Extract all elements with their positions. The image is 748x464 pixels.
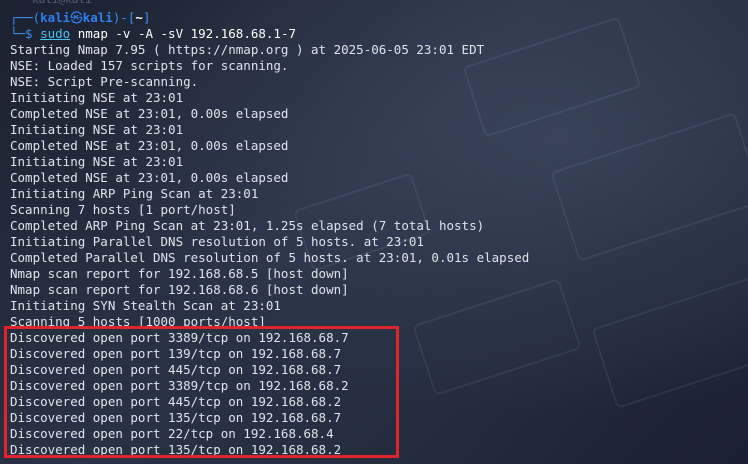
prompt-corner: ┌──( xyxy=(10,10,41,25)
output-line: Nmap scan report for 192.168.68.5 [host … xyxy=(10,266,349,281)
output-line: NSE: Loaded 157 scripts for scanning. xyxy=(10,58,289,73)
output-line: Scanning 7 hosts [1 port/host] xyxy=(10,202,236,217)
prompt-line-command: └─$ sudo nmap -v -A -sV 192.168.68.1-7 xyxy=(10,26,296,42)
output-line: Initiating NSE at 23:01 xyxy=(10,122,184,137)
output-line: Completed NSE at 23:01, 0.00s elapsed xyxy=(10,170,289,185)
command-sudo: sudo xyxy=(40,26,71,41)
prompt-at-symbol: ㉿ xyxy=(70,10,83,25)
output-line: Initiating SYN Stealth Scan at 23:01 xyxy=(10,298,281,313)
prompt-line-top: ┌──(kali㉿kali)-[~] xyxy=(10,10,150,26)
command-text: nmap -v -A -sV 192.168.68.1-7 xyxy=(77,26,296,41)
prompt-user: kali xyxy=(40,10,71,25)
output-line: Completed NSE at 23:01, 0.00s elapsed xyxy=(10,138,289,153)
output-line: Initiating Parallel DNS resolution of 5 … xyxy=(10,234,424,249)
output-line: Completed NSE at 23:01, 0.00s elapsed xyxy=(10,106,289,121)
output-line: Initiating NSE at 23:01 xyxy=(10,154,184,169)
prompt-bracket-close: ] xyxy=(142,10,151,25)
terminal-output-area[interactable]: kali@kali ┌──(kali㉿kali)-[~] └─$ sudo nm… xyxy=(0,0,748,464)
output-line: Initiating NSE at 23:01 xyxy=(10,90,184,105)
output-line: Nmap scan report for 192.168.68.6 [host … xyxy=(10,282,349,297)
output-line: Completed Parallel DNS resolution of 5 h… xyxy=(10,250,530,265)
output-line: Starting Nmap 7.95 ( https://nmap.org ) … xyxy=(10,42,485,57)
red-highlight-box xyxy=(4,326,399,458)
prompt-dollar: └─$ xyxy=(10,26,33,41)
output-line: Initiating ARP Ping Scan at 23:01 xyxy=(10,186,259,201)
prompt-separator: )-[ xyxy=(112,10,136,25)
prompt-host: kali xyxy=(82,10,113,25)
output-line: NSE: Script Pre-scanning. xyxy=(10,74,199,89)
prompt-cwd: ~ xyxy=(135,10,143,25)
output-line: Completed ARP Ping Scan at 23:01, 1.25s … xyxy=(10,218,485,233)
faded-previous-text: kali@kali xyxy=(32,0,92,8)
